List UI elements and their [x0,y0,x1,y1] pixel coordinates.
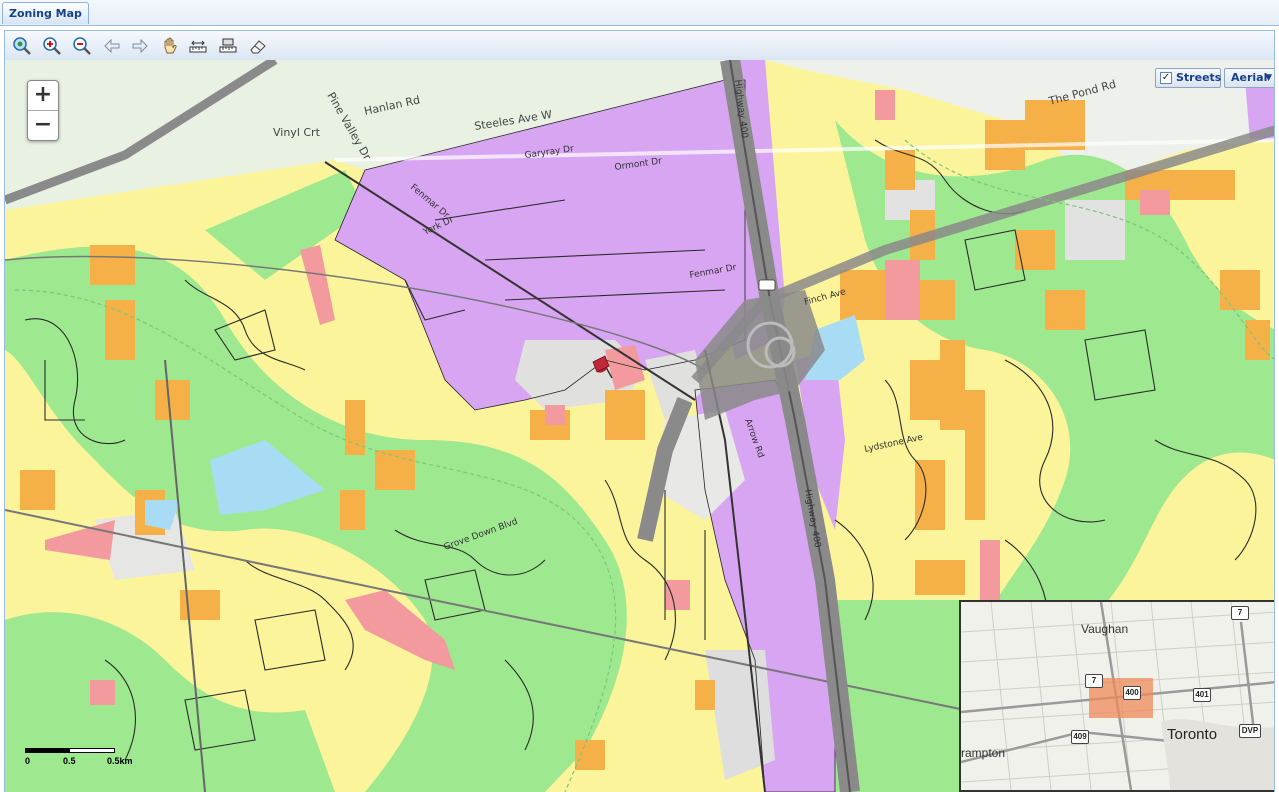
streets-label: Streets [1176,71,1222,84]
scale-label-end: 0.5km [107,756,133,766]
back-arrow-icon[interactable] [101,35,123,57]
zoom-in-icon[interactable] [41,35,63,57]
scale-bar: 0 0.5 0.5km [25,748,155,778]
scale-bar-graphic [25,748,115,753]
zoom-out-icon[interactable] [71,35,93,57]
label-vinyl-crt: Vinyl Crt [273,126,321,139]
scale-label-mid: 0.5 [63,756,76,766]
overview-label-brampton: rampton [961,746,1006,760]
zoom-extent-icon[interactable] [11,35,33,57]
zoom-control: + − [27,80,59,141]
measure-area-icon[interactable] [217,35,239,57]
eraser-icon[interactable] [247,35,269,57]
overview-shield-dvp: DVP [1239,724,1261,738]
overview-map[interactable]: Vaughan Toronto rampton 7 7 400 401 409 … [959,600,1274,792]
overview-shield-7-north: 7 [1231,606,1249,620]
undeveloped-lot [1065,200,1125,260]
streets-toggle[interactable]: ✓ Streets [1155,68,1221,88]
overview-label-toronto: Toronto [1167,726,1218,743]
overview-shield-400: 400 [1123,686,1141,700]
aerial-label: Aerial [1231,71,1268,84]
forward-arrow-icon[interactable] [129,35,151,57]
map-zoom-out-button[interactable]: − [28,110,58,140]
map-toolbar [4,30,1275,60]
overview-shield-7: 7 [1085,674,1103,688]
zoning-map-canvas[interactable]: Steeles Ave W Hanlan Rd Vinyl Crt Pine V… [4,60,1275,792]
overview-shield-409: 409 [1071,730,1089,744]
measure-distance-icon[interactable] [187,35,209,57]
highway-shield-400 [758,279,776,291]
chevron-down-icon: ▼ [1265,73,1272,83]
overview-shield-401: 401 [1193,688,1211,702]
overview-label-vaughan: Vaughan [1081,622,1129,636]
map-zoom-in-button[interactable]: + [28,81,58,110]
tab-strip: Zoning Map [0,0,1279,26]
tab-zoning-map[interactable]: Zoning Map [2,2,89,24]
pan-hand-icon[interactable] [159,35,181,57]
aerial-dropdown[interactable]: Aerial ▼ [1224,68,1274,88]
scale-label-start: 0 [25,756,31,766]
streets-checkbox[interactable]: ✓ [1160,72,1172,84]
